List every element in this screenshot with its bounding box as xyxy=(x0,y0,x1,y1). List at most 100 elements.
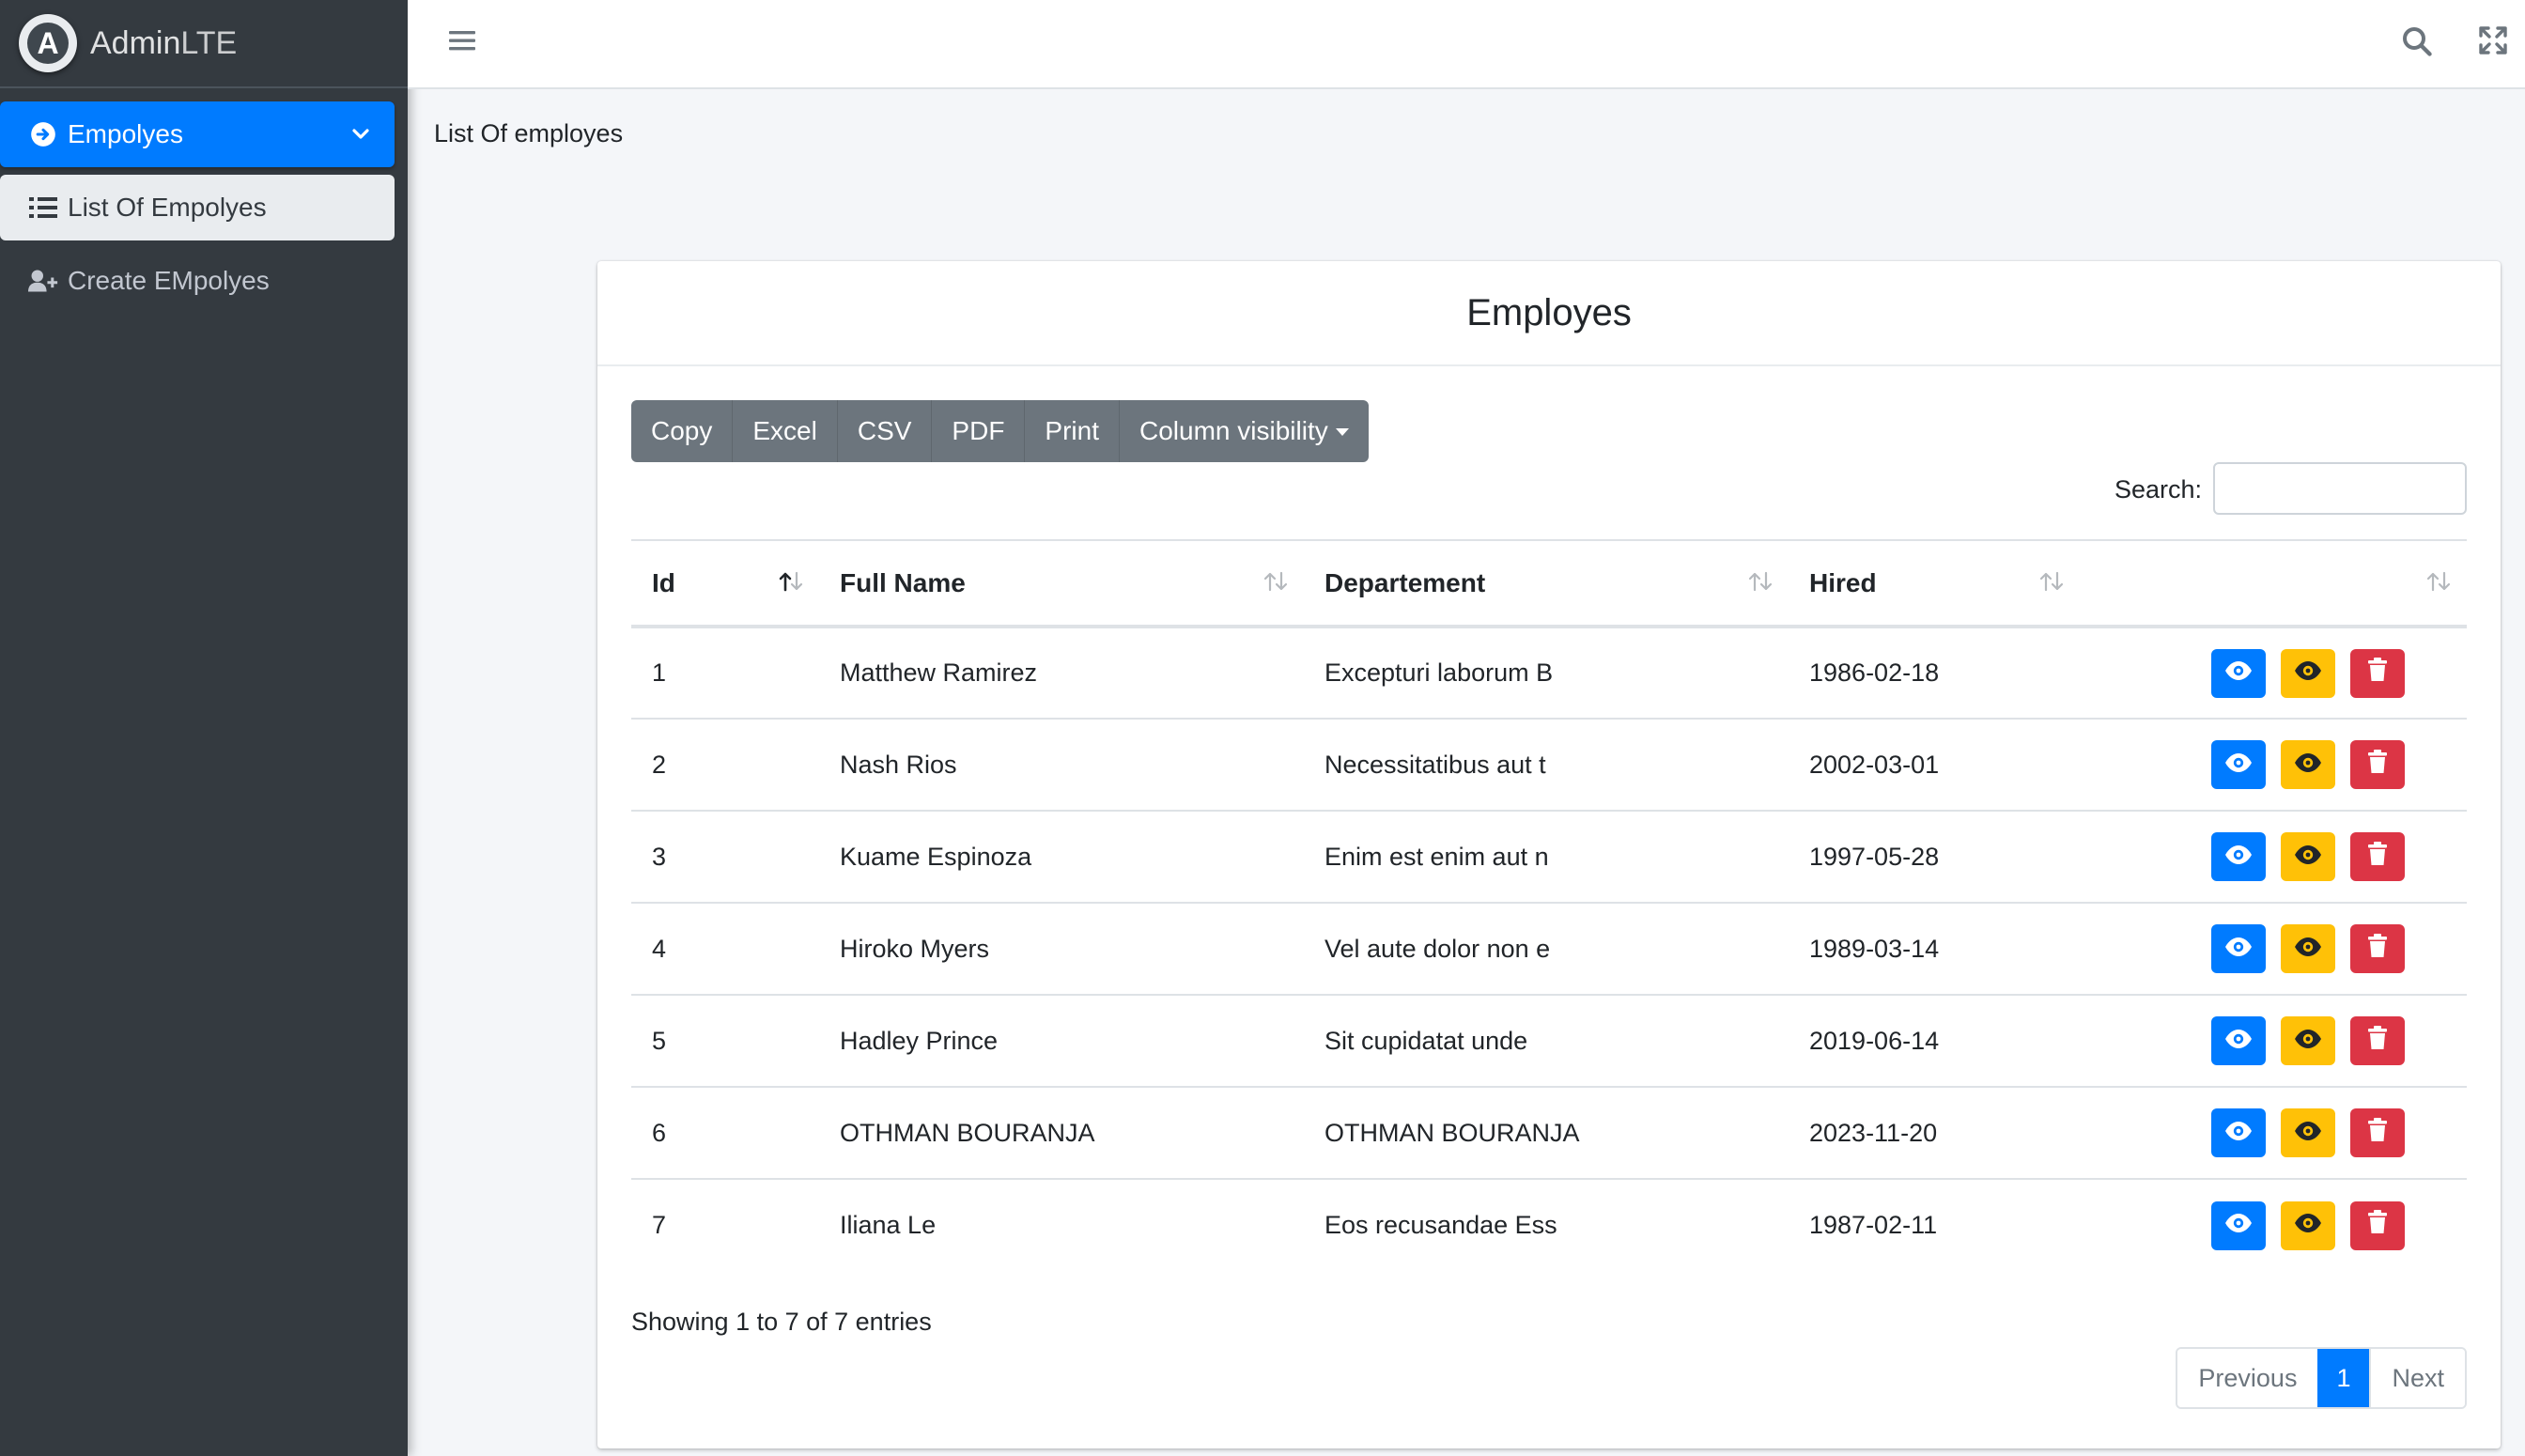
view-button[interactable] xyxy=(2211,832,2266,881)
edit-button[interactable] xyxy=(2281,1108,2335,1157)
trash-icon xyxy=(2367,841,2388,873)
cell-hired: 2019-06-14 xyxy=(1789,995,2080,1088)
view-button[interactable] xyxy=(2211,1200,2266,1250)
delete-button[interactable] xyxy=(2350,740,2405,789)
cell-full-name: OTHMAN BOURANJA xyxy=(819,1087,1304,1180)
page-title: List Of employes xyxy=(434,119,624,147)
top-navbar xyxy=(408,0,2525,89)
view-button[interactable] xyxy=(2211,1016,2266,1065)
excel-button[interactable]: Excel xyxy=(733,400,838,462)
eye-icon xyxy=(2224,935,2253,964)
eye-icon xyxy=(2224,658,2253,688)
caret-down-icon xyxy=(1335,428,1349,436)
column-header-hired[interactable]: Hired xyxy=(1789,540,2080,627)
sidebar-item-employes[interactable]: Empolyes xyxy=(0,101,395,167)
menu-toggle-icon[interactable] xyxy=(449,28,475,57)
trash-icon xyxy=(2367,1210,2388,1241)
sidebar: A AdminLTE Empolyes List Of Empolyes Cre… xyxy=(0,0,408,1456)
fullscreen-icon[interactable] xyxy=(2478,25,2508,60)
cell-departement: OTHMAN BOURANJA xyxy=(1304,1087,1789,1180)
cell-hired: 1989-03-14 xyxy=(1789,903,2080,996)
edit-button[interactable] xyxy=(2281,832,2335,881)
eye-icon xyxy=(2224,751,2253,780)
eye-icon xyxy=(2224,843,2253,872)
edit-button[interactable] xyxy=(2281,924,2335,973)
cell-id: 1 xyxy=(631,627,819,720)
table-row: 6 OTHMAN BOURANJA OTHMAN BOURANJA 2023-11-2… xyxy=(631,1087,2467,1180)
delete-button[interactable] xyxy=(2350,1108,2405,1157)
brand-link[interactable]: A AdminLTE xyxy=(0,0,408,88)
eye-icon xyxy=(2294,1027,2322,1056)
column-visibility-button[interactable]: Column visibility xyxy=(1120,400,1369,462)
table-row: 5 Hadley Prince Sit cupidatat unde 2019-06-… xyxy=(631,995,2467,1088)
sort-icon xyxy=(2425,569,2452,599)
column-header-actions[interactable] xyxy=(2080,540,2467,627)
cell-actions xyxy=(2080,627,2467,720)
edit-button[interactable] xyxy=(2281,1016,2335,1065)
delete-button[interactable] xyxy=(2350,1016,2405,1065)
eye-icon xyxy=(2294,1211,2322,1240)
next-page-button[interactable]: Next xyxy=(2369,1349,2465,1407)
cell-departement: Excepturi laborum B xyxy=(1304,627,1789,720)
copy-button[interactable]: Copy xyxy=(631,400,734,462)
card-title: Employes xyxy=(597,261,2501,366)
sort-icon xyxy=(2038,569,2065,599)
cell-departement: Vel aute dolor non e xyxy=(1304,903,1789,996)
view-button[interactable] xyxy=(2211,924,2266,973)
employees-card: Employes Copy Excel CSV PDF Print Column… xyxy=(597,261,2501,1448)
sidebar-nav: Empolyes List Of Empolyes Create EMpolye… xyxy=(0,88,408,314)
sidebar-item-list-employes[interactable]: List Of Empolyes xyxy=(0,175,395,240)
employees-table: Id Full Name Departement Hired 1 Matthew… xyxy=(631,539,2467,1271)
pdf-button[interactable]: PDF xyxy=(932,400,1026,462)
table-row: 7 Iliana Le Eos recusandae Ess 1987-02-11 xyxy=(631,1179,2467,1271)
eye-icon xyxy=(2224,1119,2253,1148)
view-button[interactable] xyxy=(2211,1108,2266,1157)
column-header-id[interactable]: Id xyxy=(631,540,819,627)
trash-icon xyxy=(2367,1025,2388,1057)
sidebar-item-label: List Of Empolyes xyxy=(68,193,267,222)
cell-id: 6 xyxy=(631,1087,819,1180)
csv-button[interactable]: CSV xyxy=(838,400,933,462)
cell-actions xyxy=(2080,1179,2467,1271)
delete-button[interactable] xyxy=(2350,648,2405,698)
edit-button[interactable] xyxy=(2281,740,2335,789)
edit-button[interactable] xyxy=(2281,1200,2335,1250)
cell-departement: Eos recusandae Ess xyxy=(1324,1211,1557,1239)
previous-page-button[interactable]: Previous xyxy=(2177,1349,2318,1407)
eye-icon xyxy=(2294,935,2322,964)
column-header-full-name[interactable]: Full Name xyxy=(819,540,1304,627)
cell-id: 3 xyxy=(631,811,819,904)
view-button[interactable] xyxy=(2211,648,2266,698)
delete-button[interactable] xyxy=(2350,924,2405,973)
list-icon xyxy=(28,195,58,220)
cell-full-name: Matthew Ramirez xyxy=(819,627,1304,720)
table-row: 2 Nash Rios Necessitatibus aut t 2002-03-01 xyxy=(631,719,2467,812)
search-icon[interactable] xyxy=(2401,25,2433,62)
table-info: Showing 1 to 7 of 7 entries xyxy=(631,1308,932,1336)
cell-full-name: Kuame Espinoza xyxy=(819,811,1304,904)
print-button[interactable]: Print xyxy=(1025,400,1120,462)
search-label: Search: xyxy=(2114,475,2202,503)
eye-icon xyxy=(2294,1119,2322,1148)
sort-icon xyxy=(1262,569,1289,599)
view-button[interactable] xyxy=(2211,740,2266,789)
sort-icon xyxy=(1747,569,1774,599)
cell-departement: Enim est enim aut n xyxy=(1304,811,1789,904)
delete-button[interactable] xyxy=(2350,832,2405,881)
cell-hired: 1986-02-18 xyxy=(1789,627,2080,720)
trash-icon xyxy=(2367,1117,2388,1149)
trash-icon xyxy=(2367,933,2388,965)
brand-logo: A xyxy=(19,14,77,72)
search-input[interactable] xyxy=(2213,462,2467,515)
delete-button[interactable] xyxy=(2350,1200,2405,1250)
table-row: 1 Matthew Ramirez Excepturi laborum B 1986-… xyxy=(631,627,2467,720)
cell-hired: 1987-02-11 xyxy=(1809,1211,1938,1239)
sidebar-item-create-employes[interactable]: Create EMpolyes xyxy=(0,248,395,314)
edit-button[interactable] xyxy=(2281,648,2335,698)
cell-id: 5 xyxy=(631,995,819,1088)
cell-full-name: Hadley Prince xyxy=(819,995,1304,1088)
cell-hired: 2023-11-20 xyxy=(1789,1087,2080,1180)
column-header-departement[interactable]: Departement xyxy=(1304,540,1789,627)
page-1-button[interactable]: 1 xyxy=(2317,1349,2370,1407)
cell-full-name: Nash Rios xyxy=(819,719,1304,812)
